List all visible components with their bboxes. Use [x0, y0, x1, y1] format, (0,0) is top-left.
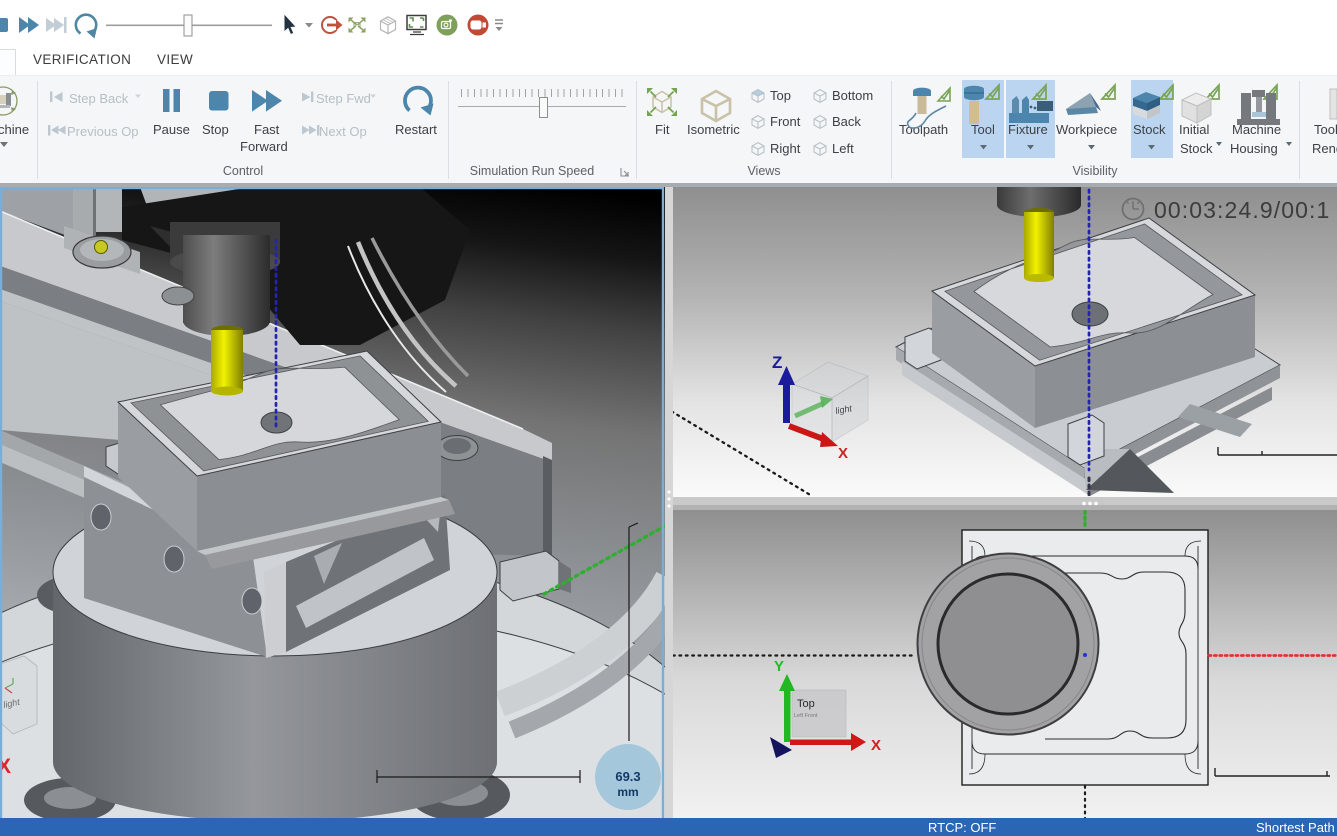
svg-text:mm: mm [617, 785, 638, 799]
svg-text:69.3: 69.3 [615, 769, 640, 784]
svg-text:00:03:24.9/00:1: 00:03:24.9/00:1 [1154, 197, 1330, 223]
svg-text:Top: Top [797, 698, 815, 710]
svg-text:Y: Y [774, 658, 784, 675]
svg-text:X: X [871, 737, 881, 754]
svg-text:Z: Z [772, 353, 782, 372]
svg-text:Left Front: Left Front [794, 713, 818, 719]
svg-text:X: X [838, 445, 848, 462]
